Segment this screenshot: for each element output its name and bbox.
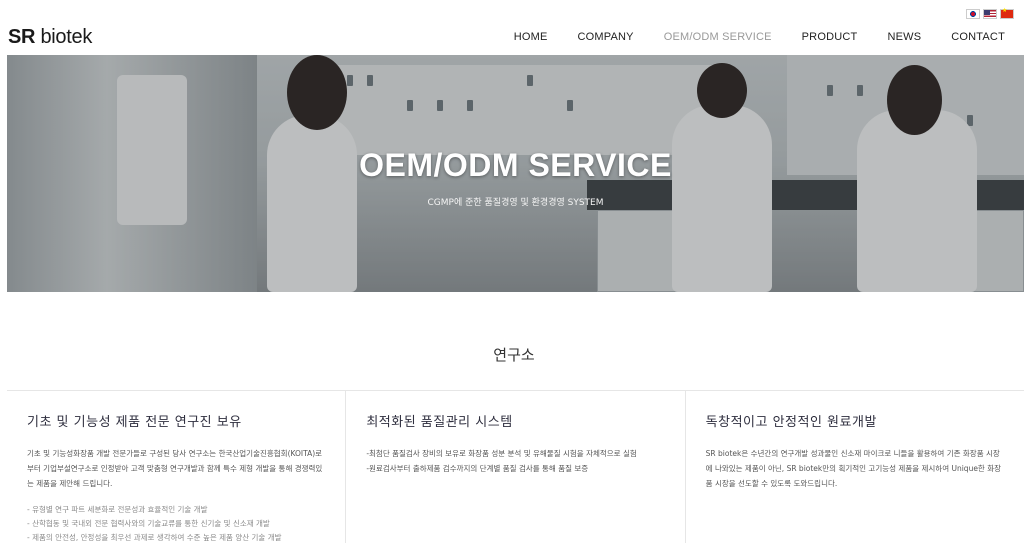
- list-item: 유형별 연구 파트 세분화로 전문성과 효율적인 기술 개발: [27, 503, 325, 517]
- section-title: 연구소: [493, 346, 535, 364]
- card-body-line: -원료검사부터 출하제품 검수까지의 단계별 품질 검사를 통해 품질 보증: [366, 464, 589, 473]
- china-flag-icon[interactable]: [1000, 7, 1014, 19]
- card-title: 기초 및 기능성 제품 전문 연구진 보유: [27, 415, 242, 430]
- feature-card-research-team: 기초 및 기능성 제품 전문 연구진 보유 기초 및 기능성화장품 개발 전문가…: [7, 391, 347, 543]
- site-header: SR biotek HOME COMPANY OEM/ODM SERVICE P…: [0, 0, 1028, 55]
- nav-company[interactable]: COMPANY: [578, 31, 634, 43]
- nav-contact[interactable]: CONTACT: [951, 31, 1005, 43]
- card-bullet-list: 유형별 연구 파트 세분화로 전문성과 효율적인 기술 개발 산학협동 및 국내…: [27, 503, 325, 543]
- logo[interactable]: SR biotek: [8, 26, 92, 49]
- logo-text: biotek: [35, 26, 93, 48]
- nav-news[interactable]: NEWS: [887, 31, 921, 43]
- nav-home[interactable]: HOME: [514, 31, 548, 43]
- card-title: 독창적이고 안정적인 원료개발: [705, 415, 877, 430]
- card-title: 최적화된 품질관리 시스템: [366, 415, 513, 430]
- korean-flag-icon[interactable]: [966, 9, 980, 19]
- us-flag-icon[interactable]: [983, 9, 997, 19]
- language-selector: [966, 7, 1014, 19]
- hero-subtitle: CGMP에 준한 품질경영 및 환경경영 SYSTEM: [427, 198, 604, 208]
- feature-card-material-development: 독창적이고 안정적인 원료개발 SR biotek은 수년간의 연구개발 성과물…: [686, 391, 1024, 543]
- hero-title: OEM/ODM SERVICE: [359, 147, 672, 183]
- card-body: 기초 및 기능성화장품 개발 전문가들로 구성된 당사 연구소는 한국산업기술진…: [27, 449, 323, 488]
- feature-card-quality-system: 최적화된 품질관리 시스템 -최첨단 품질검사 장비의 보유로 화장품 성분 분…: [346, 391, 686, 543]
- main-nav: HOME COMPANY OEM/ODM SERVICE PRODUCT NEW…: [484, 31, 1005, 43]
- list-item: 제품의 안전성, 안정성을 최우선 과제로 생각하여 수준 높은 제품 양산 기…: [27, 531, 325, 543]
- hero-banner: OEM/ODM SERVICE CGMP에 준한 품질경영 및 환경경영 SYS…: [7, 55, 1024, 292]
- feature-cards: 기초 및 기능성 제품 전문 연구진 보유 기초 및 기능성화장품 개발 전문가…: [7, 390, 1024, 543]
- nav-oem-odm-service[interactable]: OEM/ODM SERVICE: [664, 31, 772, 43]
- card-body-line: -최첨단 품질검사 장비의 보유로 화장품 성분 분석 및 유해물질 시험을 자…: [366, 449, 637, 458]
- list-item: 산학협동 및 국내외 전문 협력사와의 기술교류를 통한 신기술 및 신소재 개…: [27, 517, 325, 531]
- nav-product[interactable]: PRODUCT: [802, 31, 858, 43]
- logo-mark: SR: [8, 26, 36, 48]
- card-body: SR biotek은 수년간의 연구개발 성과물인 신소재 마이크로 니들을 활…: [705, 449, 1002, 488]
